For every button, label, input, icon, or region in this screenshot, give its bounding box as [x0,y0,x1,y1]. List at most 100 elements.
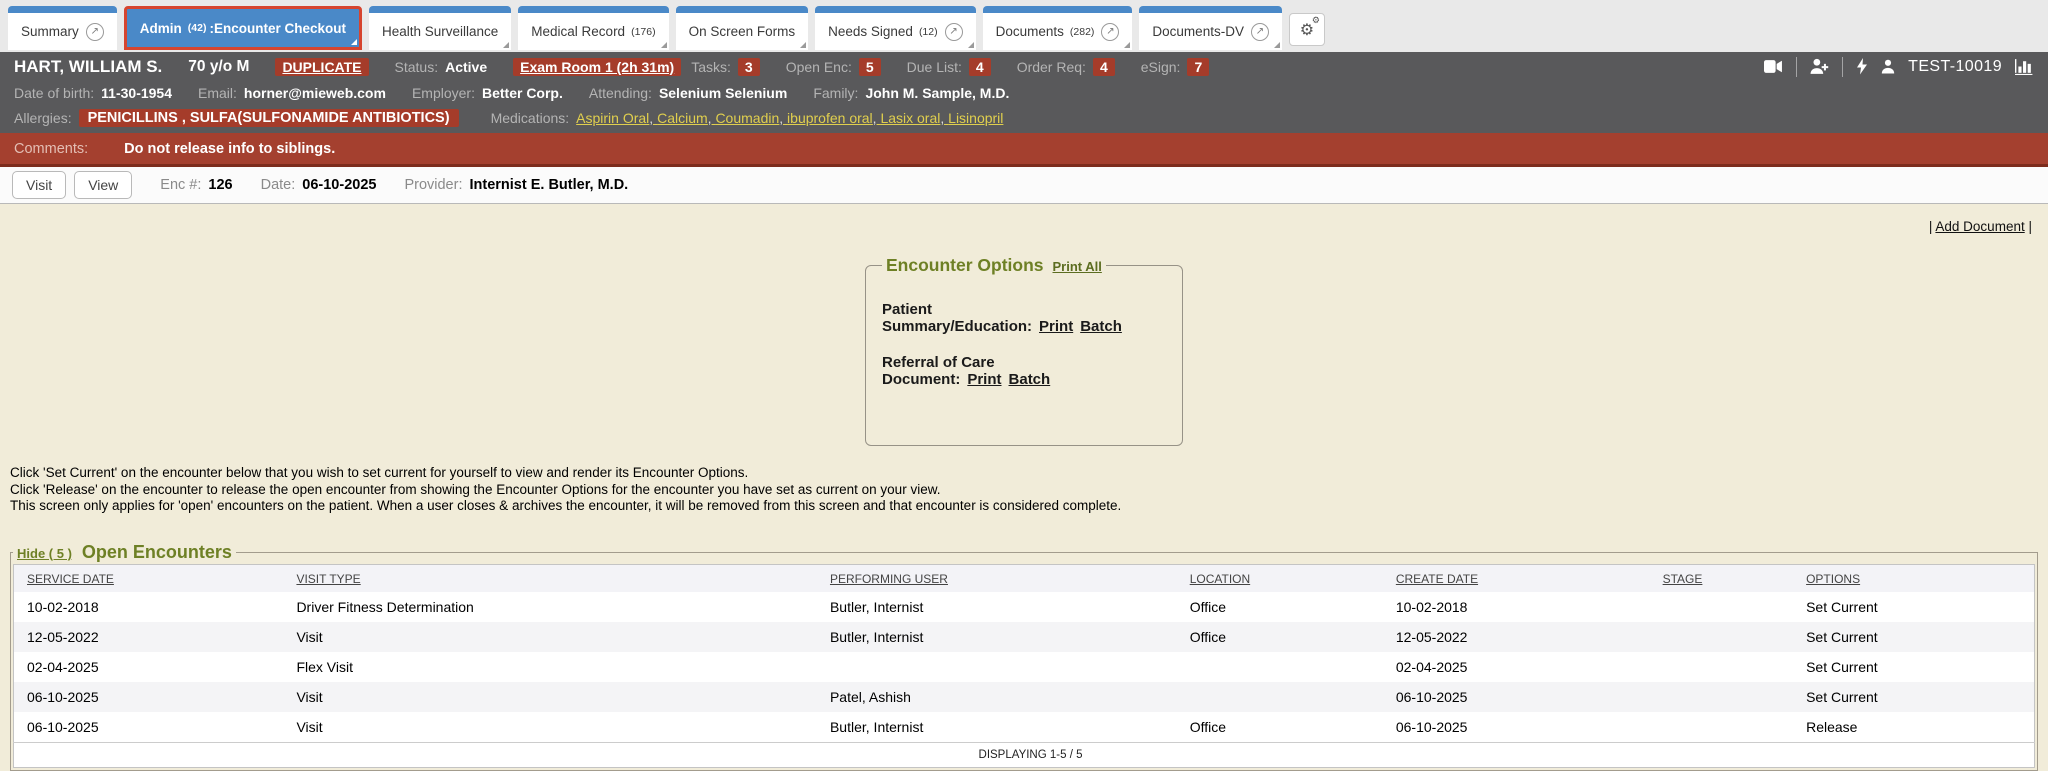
due-list-count-badge[interactable]: 4 [969,58,991,76]
open-enc-label: Open Enc: [786,59,852,75]
release-link[interactable]: Release [1806,712,2034,743]
order-req-field: Order Req: 4 [1017,58,1115,76]
col-options[interactable]: OPTIONS [1806,564,2034,592]
tab-admin-encounter-checkout[interactable]: Admin (42) :Encounter Checkout [124,6,362,50]
encounter-options-title: Encounter Options [886,255,1044,276]
order-req-label: Order Req: [1017,59,1086,75]
tab-label: Summary [21,24,79,39]
divider [1796,57,1797,77]
comments-bar: Comments: Do not release info to sibling… [0,133,2048,167]
family-value: John M. Sample, M.D. [865,85,1009,101]
table-header-row: SERVICE DATE VISIT TYPE PERFORMING USER … [14,564,2035,592]
patient-summary-row: Patient Summary/Education:PrintBatch [882,301,1166,335]
divider [1842,57,1843,77]
cell-stage [1663,622,1806,652]
flowsheet-chart-icon[interactable] [2015,58,2034,75]
set-current-link[interactable]: Set Current [1806,622,2034,652]
instruction-line: Click 'Release' on the encounter to rele… [10,482,2048,499]
pipe: | [2028,219,2032,234]
enc-number-label: Enc #: [160,177,201,193]
medication-link[interactable]: Aspirin Oral [576,110,657,126]
esign-count-badge[interactable]: 7 [1187,58,1209,76]
col-performing-user[interactable]: PERFORMING USER [830,564,1190,592]
paging-status: DISPLAYING 1-5 / 5 [14,742,2035,767]
cell-service-date: 02-04-2025 [14,652,297,682]
tab-medical-record[interactable]: Medical Record (176) [518,6,668,50]
referral-print-link[interactable]: Print [967,371,1001,388]
hide-link[interactable]: Hide ( 5 ) [17,546,72,561]
tasks-count-badge[interactable]: 3 [738,58,760,76]
table-row: 10-02-2018 Driver Fitness Determination … [14,592,2035,622]
tab-count: (12) [919,26,938,38]
order-req-count-badge[interactable]: 4 [1093,58,1115,76]
attending-field: Attending: Selenium Selenium [589,85,787,101]
tab-label: Documents-DV [1152,24,1244,39]
cell-service-date: 12-05-2022 [14,622,297,652]
set-current-link[interactable]: Set Current [1806,652,2034,682]
medications-label: Medications: [491,110,570,126]
referral-of-care-row: Referral of Care Document:PrintBatch [882,354,1166,388]
open-enc-count-badge[interactable]: 5 [859,58,881,76]
medication-link[interactable]: Calcium [657,110,715,126]
cell-stage [1663,712,1806,743]
medication-link[interactable]: Lasix oral [880,110,948,126]
tab-settings-button[interactable]: ⚙ ⚙ [1289,13,1325,46]
view-button[interactable]: View [74,171,132,199]
popout-icon[interactable]: ↗ [945,23,963,41]
cell-create-date: 10-02-2018 [1396,592,1663,622]
table-row: 06-10-2025 Visit Patel, Ashish 06-10-202… [14,682,2035,712]
patient-summary-batch-link[interactable]: Batch [1080,318,1122,335]
col-visit-type[interactable]: VISIT TYPE [296,564,830,592]
status-label: Status: [395,59,439,75]
open-encounters-legend: Hide ( 5 ) Open Encounters [13,542,236,563]
enc-provider-label: Provider: [404,177,462,193]
tab-health-surveillance[interactable]: Health Surveillance [369,6,511,50]
dob-value: 11-30-1954 [101,85,172,101]
col-service-date[interactable]: SERVICE DATE [14,564,297,592]
patient-summary-print-link[interactable]: Print [1039,318,1073,335]
cell-create-date: 02-04-2025 [1396,652,1663,682]
popout-icon[interactable]: ↗ [1101,23,1119,41]
cell-service-date: 06-10-2025 [14,682,297,712]
visit-button[interactable]: Visit [12,171,66,199]
set-current-link[interactable]: Set Current [1806,592,2034,622]
tab-documents[interactable]: Documents (282) ↗ [983,6,1133,50]
exam-room-badge[interactable]: Exam Room 1 (2h 31m) [513,58,681,76]
tab-label: Documents [996,24,1064,39]
status-value: Active [445,59,487,75]
open-enc-field: Open Enc: 5 [786,58,881,76]
cell-location [1190,652,1396,682]
cell-service-date: 10-02-2018 [14,592,297,622]
popout-icon[interactable]: ↗ [1251,23,1269,41]
tab-bar: Summary ↗ Admin (42) :Encounter Checkout… [0,0,2048,52]
patient-header-row-1: HART, WILLIAM S. 70 y/o M DUPLICATE Stat… [14,53,2034,80]
col-location[interactable]: LOCATION [1190,564,1396,592]
tab-needs-signed[interactable]: Needs Signed (12) ↗ [815,6,976,50]
add-person-icon[interactable] [1810,58,1829,75]
cell-service-date: 06-10-2025 [14,712,297,743]
enc-provider-field: Provider: Internist E. Butler, M.D. [404,177,628,193]
add-document-link[interactable]: Add Document [1935,219,2024,234]
tab-documents-dv[interactable]: Documents-DV ↗ [1139,6,1282,50]
medication-link[interactable]: Lisinopril [948,110,1003,126]
popout-icon[interactable]: ↗ [86,23,104,41]
set-current-link[interactable]: Set Current [1806,682,2034,712]
cell-performing-user: Butler, Internist [830,622,1190,652]
lightning-bolt-icon[interactable] [1856,58,1868,75]
allergies-badge[interactable]: PENICILLINS , SULFA(SULFONAMIDE ANTIBIOT… [79,109,459,127]
family-field: Family: John M. Sample, M.D. [813,85,1009,101]
medication-link[interactable]: ibuprofen oral [787,110,880,126]
referral-batch-link[interactable]: Batch [1009,371,1051,388]
dob-field: Date of birth: 11-30-1954 [14,85,172,101]
person-icon[interactable] [1881,59,1895,74]
col-create-date[interactable]: CREATE DATE [1396,564,1663,592]
print-all-link[interactable]: Print All [1053,259,1102,274]
medication-link[interactable]: Coumadin [715,110,787,126]
cell-location: Office [1190,592,1396,622]
duplicate-badge[interactable]: DUPLICATE [275,58,368,76]
gear-small-icon: ⚙ [1312,15,1320,26]
video-camera-icon[interactable] [1764,59,1783,74]
tab-summary[interactable]: Summary ↗ [8,6,117,50]
tab-on-screen-forms[interactable]: On Screen Forms [676,6,809,50]
col-stage[interactable]: STAGE [1663,564,1806,592]
